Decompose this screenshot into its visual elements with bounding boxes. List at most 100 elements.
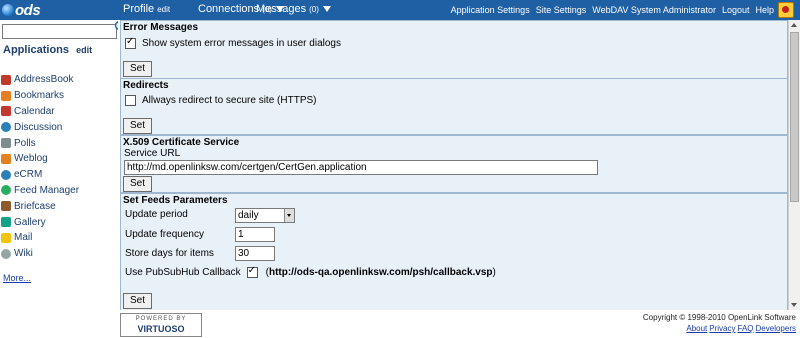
app-item-calendar[interactable]: Calendar [1, 104, 79, 120]
chevron-down-icon [287, 214, 291, 217]
wiki-icon [1, 248, 11, 259]
app-item-discussion[interactable]: Discussion [1, 119, 79, 135]
app-item-addressbook[interactable]: AddressBook [1, 72, 79, 88]
messages-menu-label: Messages [256, 3, 307, 15]
application-settings-link[interactable]: Application Settings [451, 5, 530, 15]
bookmarks-icon [1, 90, 11, 101]
developers-link[interactable]: Developers [756, 324, 796, 333]
https-redirect-checkbox[interactable] [125, 95, 136, 106]
app-item-feed-manager[interactable]: Feed Manager [1, 183, 79, 199]
app-item-weblog[interactable]: Weblog [1, 151, 79, 167]
https-redirect-label: Allways redirect to secure site (HTTPS) [142, 95, 317, 106]
set-redirects-button[interactable]: Set [123, 118, 152, 134]
app-label: Calendar [14, 105, 55, 117]
x509-section: X.509 Certificate Service Service URL ht… [120, 135, 788, 193]
powered-by-virtuoso-badge[interactable]: POWERED BY VIRTUOSO [120, 313, 202, 337]
app-label: Wiki [14, 248, 33, 260]
footer: POWERED BY VIRTUOSO Copyright © 1998-201… [118, 310, 800, 338]
badge-virtuoso: VIRTUOSO [137, 324, 185, 334]
feed-manager-icon [1, 185, 11, 196]
app-item-wiki[interactable]: Wiki [1, 246, 79, 262]
privacy-link[interactable]: Privacy [709, 324, 735, 333]
app-item-briefcase[interactable]: Briefcase [1, 198, 79, 214]
badge-powered-by: POWERED BY [135, 316, 187, 322]
error-messages-section: Error Messages Show system error message… [120, 20, 788, 79]
settings-main-panel: Error Messages Show system error message… [118, 20, 788, 310]
pubsub-checkbox[interactable] [246, 265, 258, 278]
section-title: Redirects [123, 80, 169, 91]
more-applications-link[interactable]: More... [3, 273, 31, 283]
store-days-input[interactable]: 30 [235, 246, 275, 261]
set-x509-button[interactable]: Set [123, 176, 152, 192]
top-links: Application Settings Site Settings WebDA… [451, 5, 774, 15]
app-label: Feed Manager [14, 184, 80, 196]
pubsub-row: Use PubSubHub Callback ( http://ods-qa.o… [125, 265, 496, 278]
scroll-down-icon[interactable] [791, 303, 797, 307]
app-label: AddressBook [14, 74, 74, 86]
polls-icon [1, 138, 11, 149]
applications-heading: Applications edit [3, 44, 92, 56]
app-item-gallery[interactable]: Gallery [1, 214, 79, 230]
store-days-label: Store days for items [125, 248, 214, 259]
sidebar: Applications edit AddressBook Bookmarks … [0, 20, 128, 338]
messages-menu[interactable]: Messages (0) [256, 3, 331, 15]
profile-edit-link[interactable]: edit [157, 5, 170, 14]
update-frequency-input[interactable]: 1 [235, 227, 275, 242]
app-label: Polls [14, 137, 36, 149]
footer-links: About Privacy FAQ Developers [686, 324, 796, 333]
search-input[interactable] [2, 24, 117, 39]
update-period-label: Update period [125, 209, 188, 220]
app-status-icon[interactable] [778, 2, 794, 18]
pubsub-url-close: ) [492, 267, 496, 278]
update-period-select[interactable]: daily [235, 208, 295, 223]
app-label: Briefcase [14, 200, 56, 212]
application-list: AddressBook Bookmarks Calendar Discussio… [1, 72, 79, 262]
search-box [2, 24, 117, 39]
briefcase-icon [1, 201, 11, 212]
app-label: Weblog [14, 153, 48, 165]
update-frequency-label: Update frequency [125, 229, 204, 240]
app-item-bookmarks[interactable]: Bookmarks [1, 88, 79, 104]
app-item-polls[interactable]: Polls [1, 135, 79, 151]
ods-logo[interactable]: ods [2, 1, 41, 19]
help-link[interactable]: Help [755, 5, 774, 15]
app-label: Discussion [14, 121, 63, 133]
webdav-user-link[interactable]: WebDAV System Administrator [592, 5, 716, 15]
show-errors-label: Show system error messages in user dialo… [142, 38, 341, 49]
top-navigation-bar: ods Profile edit Connections (0) Message… [0, 0, 800, 20]
site-settings-link[interactable]: Site Settings [536, 5, 587, 15]
show-errors-checkbox[interactable] [125, 36, 136, 49]
faq-link[interactable]: FAQ [738, 324, 754, 333]
ods-logo-icon [2, 4, 14, 16]
app-label: Bookmarks [14, 90, 65, 102]
service-url-input[interactable]: http://md.openlinksw.com/certgen/CertGen… [124, 160, 598, 175]
profile-menu[interactable]: Profile edit [123, 3, 170, 15]
applications-edit-link[interactable]: edit [76, 45, 92, 55]
about-link[interactable]: About [686, 324, 707, 333]
scrollbar-thumb[interactable] [790, 32, 799, 202]
addressbook-icon [1, 74, 11, 85]
calendar-icon [1, 106, 11, 117]
mail-icon [1, 232, 11, 243]
feeds-section: Set Feeds Parameters Update period daily… [120, 193, 788, 310]
discussion-icon [1, 122, 11, 133]
set-feeds-button[interactable]: Set [123, 293, 152, 309]
set-error-messages-button[interactable]: Set [123, 61, 152, 77]
app-item-ecrm[interactable]: eCRM [1, 167, 79, 183]
messages-count: (0) [309, 4, 319, 14]
logout-link[interactable]: Logout [722, 5, 750, 15]
error-messages-row: Show system error messages in user dialo… [125, 36, 341, 49]
update-period-value: daily [238, 210, 259, 221]
section-title: Set Feeds Parameters [123, 195, 228, 206]
service-url-label: Service URL [124, 148, 181, 159]
pubsub-callback-url: http://ods-qa.openlinksw.com/psh/callbac… [268, 267, 493, 278]
app-label: Mail [14, 232, 33, 244]
app-label: eCRM [14, 169, 43, 181]
app-item-mail[interactable]: Mail [1, 230, 79, 246]
connections-menu-label: Connections [198, 3, 260, 15]
ods-logo-text: ods [15, 1, 41, 19]
section-title: X.509 Certificate Service [123, 137, 240, 148]
redirects-section: Redirects Allways redirect to secure sit… [120, 78, 788, 135]
scroll-up-icon[interactable] [791, 23, 797, 27]
vertical-scrollbar[interactable] [788, 20, 800, 310]
